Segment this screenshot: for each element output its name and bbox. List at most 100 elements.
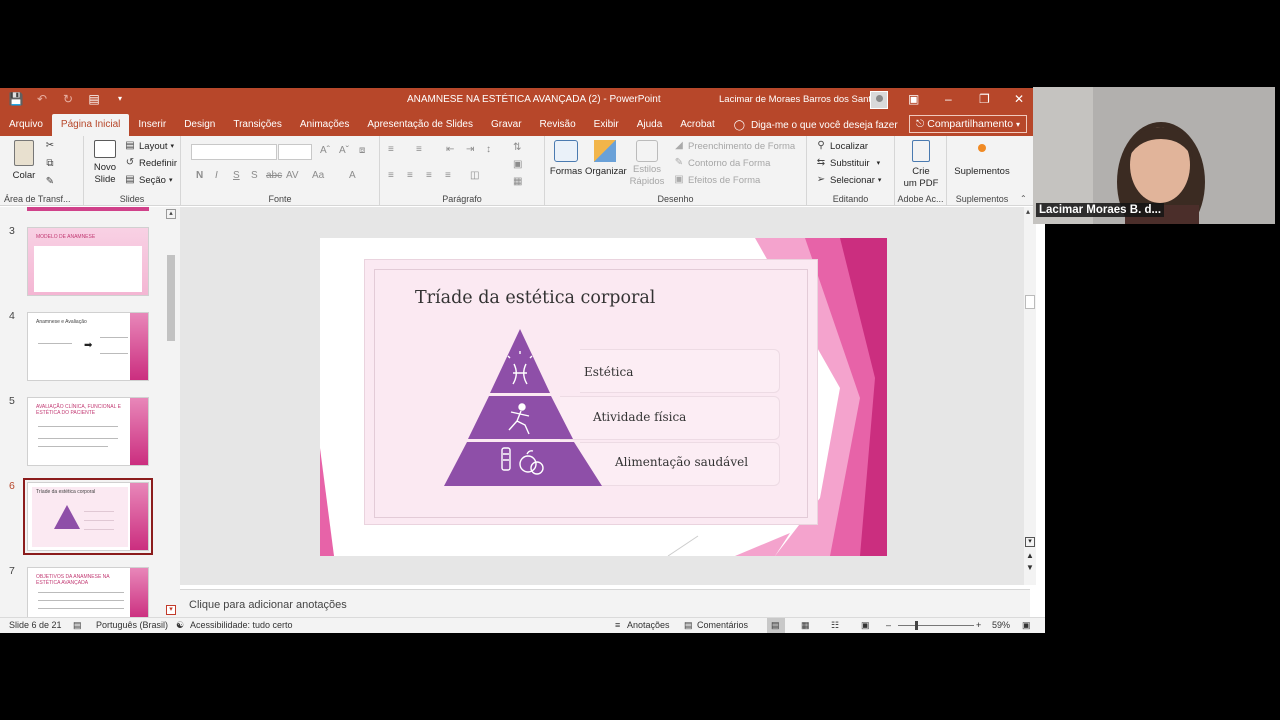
- fit-to-window-icon[interactable]: ▣: [1022, 620, 1031, 631]
- smartart-icon[interactable]: ▦: [513, 176, 522, 187]
- presentation-icon[interactable]: ▤: [86, 91, 102, 107]
- character-spacing-icon[interactable]: AV: [286, 170, 299, 181]
- zoom-in-icon[interactable]: +: [976, 620, 981, 630]
- slide-thumbnail-5[interactable]: AVALIAÇÃO CLÍNICA, FUNCIONAL E ESTÉTICA …: [27, 397, 149, 466]
- bullets-icon[interactable]: ≡: [388, 144, 394, 155]
- level-label-alimentacao[interactable]: Alimentação saudável: [615, 455, 748, 469]
- zoom-out-icon[interactable]: –: [886, 620, 891, 630]
- tab-transicoes[interactable]: Transições: [224, 114, 291, 136]
- paste-button[interactable]: Colar: [8, 140, 40, 182]
- tab-inserir[interactable]: Inserir: [129, 114, 175, 136]
- slide-scrollbar[interactable]: ▴ ▾ ▲ ▼: [1024, 207, 1036, 585]
- reading-view-icon[interactable]: ☷: [831, 620, 839, 631]
- spelling-icon[interactable]: ▤: [73, 620, 82, 631]
- tab-design[interactable]: Design: [175, 114, 224, 136]
- replace-button[interactable]: ⇆ Substituir ▾: [815, 157, 880, 169]
- addins-button[interactable]: Suplementos: [951, 144, 1013, 178]
- shadow-button[interactable]: S: [251, 170, 258, 181]
- create-pdf-button[interactable]: Crie um PDF: [901, 140, 941, 190]
- align-right-icon[interactable]: ≡: [426, 170, 432, 181]
- tab-pagina-inicial[interactable]: Página Inicial: [51, 114, 130, 136]
- columns-icon[interactable]: ◫: [470, 170, 479, 181]
- undo-icon[interactable]: ↶: [34, 91, 50, 107]
- change-case-button[interactable]: Aa: [312, 170, 324, 181]
- shape-effects-button[interactable]: ▣ Efeitos de Forma: [673, 174, 760, 186]
- previous-slide-icon[interactable]: ▲: [1026, 551, 1034, 560]
- increase-indent-icon[interactable]: ⇥: [466, 144, 474, 155]
- slide-editing-area[interactable]: Tríade da estética corporal Estética Ati…: [180, 207, 1024, 585]
- align-text-icon[interactable]: ▣: [513, 159, 522, 170]
- tab-apresentacao[interactable]: Apresentação de Slides: [358, 114, 482, 136]
- font-family-input[interactable]: [191, 144, 277, 160]
- scroll-up-icon[interactable]: ▴: [166, 209, 176, 219]
- level-label-atividade[interactable]: Atividade física: [593, 410, 686, 424]
- new-slide-button[interactable]: Novo Slide: [90, 140, 120, 186]
- avatar[interactable]: [870, 91, 888, 109]
- zoom-level[interactable]: 59%: [992, 620, 1010, 630]
- shapes-button[interactable]: Formas: [549, 140, 583, 178]
- triad-pyramid[interactable]: [443, 326, 613, 491]
- notes-toggle[interactable]: Anotações: [627, 620, 670, 630]
- redo-icon[interactable]: ↻: [60, 91, 76, 107]
- zoom-slider-thumb[interactable]: [915, 621, 918, 630]
- shape-fill-button[interactable]: ◢ Preenchimento de Forma: [673, 140, 795, 152]
- arrange-button[interactable]: Organizar: [585, 140, 627, 178]
- reset-button[interactable]: ↺ Redefinir: [124, 157, 177, 169]
- scroll-up-icon[interactable]: ▴: [1026, 207, 1030, 216]
- select-button[interactable]: ➢ Selecionar ▾: [815, 174, 882, 186]
- tell-me-search[interactable]: ◯ Diga-me o que você deseja fazer: [734, 114, 898, 136]
- share-button[interactable]: ⎋ Compartilhamento ▾: [909, 115, 1027, 133]
- slide-thumbnail-3[interactable]: MODELO DE ANAMNESE: [27, 227, 149, 296]
- clear-format-icon[interactable]: ⧈: [359, 145, 365, 156]
- user-name[interactable]: Lacimar de Moraes Barros dos Santos: [719, 94, 881, 105]
- slide-thumbnail-4[interactable]: Anamnese e Avaliação ➡: [27, 312, 149, 381]
- underline-button[interactable]: S: [233, 170, 240, 181]
- slide-sorter-icon[interactable]: ▦: [801, 620, 810, 631]
- numbering-icon[interactable]: ≡: [416, 144, 422, 155]
- comments-toggle[interactable]: Comentários: [697, 620, 748, 630]
- copy-icon[interactable]: ⧉: [44, 158, 56, 170]
- strikethrough-button[interactable]: abc: [266, 170, 282, 181]
- scrollbar-thumb[interactable]: [167, 255, 175, 341]
- shrink-font-icon[interactable]: Aˇ: [339, 145, 349, 156]
- align-center-icon[interactable]: ≡: [407, 170, 413, 181]
- slide-title[interactable]: Tríade da estética corporal: [415, 288, 655, 308]
- tab-exibir[interactable]: Exibir: [585, 114, 628, 136]
- italic-button[interactable]: I: [215, 170, 218, 181]
- scroll-down-icon[interactable]: ▾: [1025, 537, 1035, 547]
- zoom-slider[interactable]: [898, 625, 974, 626]
- tab-animacoes[interactable]: Animações: [291, 114, 358, 136]
- format-painter-icon[interactable]: ✎: [44, 176, 56, 188]
- font-size-input[interactable]: [278, 144, 312, 160]
- text-direction-icon[interactable]: ⇅: [513, 142, 521, 153]
- minimize-icon[interactable]: –: [945, 92, 952, 106]
- ribbon-display-icon[interactable]: ▣: [908, 92, 919, 106]
- collapse-ribbon-icon[interactable]: ⌃: [1020, 194, 1027, 203]
- maximize-icon[interactable]: ❐: [979, 92, 990, 106]
- language-status[interactable]: Português (Brasil): [96, 620, 168, 630]
- layout-button[interactable]: ▤ Layout ▾: [124, 140, 174, 152]
- tab-ajuda[interactable]: Ajuda: [628, 114, 672, 136]
- shape-outline-button[interactable]: ✎ Contorno da Forma: [673, 157, 771, 169]
- quick-styles-button[interactable]: Estilos Rápidos: [627, 140, 667, 188]
- find-button[interactable]: ⚲ Localizar: [815, 140, 868, 152]
- thumbnail-scrollbar[interactable]: ▴ ▾: [164, 207, 178, 618]
- tab-revisao[interactable]: Revisão: [531, 114, 585, 136]
- slideshow-icon[interactable]: ▣: [861, 620, 870, 631]
- accessibility-icon[interactable]: ☯: [176, 620, 184, 631]
- close-icon[interactable]: ✕: [1014, 92, 1024, 106]
- tab-arquivo[interactable]: Arquivo: [0, 114, 52, 136]
- align-left-icon[interactable]: ≡: [388, 170, 394, 181]
- accessibility-status[interactable]: Acessibilidade: tudo certo: [190, 620, 293, 630]
- cut-icon[interactable]: ✂: [44, 140, 56, 152]
- slide-thumbnail-6[interactable]: Tríade da estética corporal: [23, 478, 153, 555]
- scroll-down-icon[interactable]: ▾: [166, 605, 176, 615]
- tab-acrobat[interactable]: Acrobat: [671, 114, 723, 136]
- level-label-estetica[interactable]: Estética: [584, 365, 633, 379]
- justify-icon[interactable]: ≡: [445, 170, 451, 181]
- bold-button[interactable]: N: [196, 170, 203, 181]
- notes-placeholder[interactable]: Clique para adicionar anotações: [189, 599, 347, 611]
- scrollbar-thumb[interactable]: [1025, 295, 1035, 309]
- grow-font-icon[interactable]: Aˆ: [320, 145, 330, 156]
- font-color-button[interactable]: A: [349, 170, 356, 181]
